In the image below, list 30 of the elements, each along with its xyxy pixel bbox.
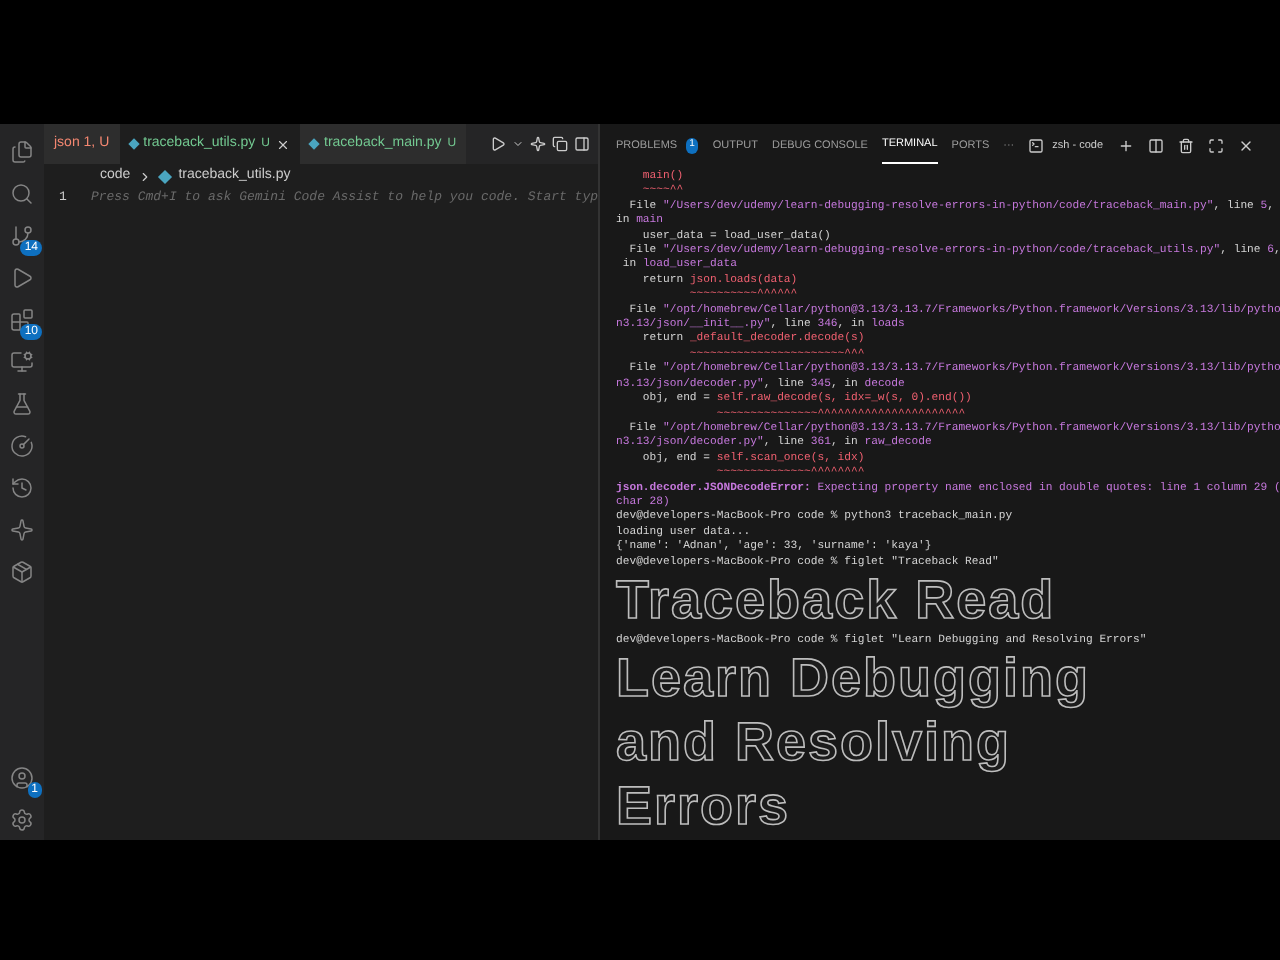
copy-icon[interactable] <box>552 136 568 152</box>
python-file-icon <box>127 138 139 150</box>
settings-icon[interactable] <box>10 808 34 832</box>
banner-text: and Resolving <box>616 710 1012 775</box>
sparkle-icon[interactable] <box>10 518 34 542</box>
banner-text: Errors <box>616 774 791 839</box>
close-icon[interactable] <box>1237 138 1254 154</box>
python-file-icon <box>308 138 320 150</box>
package-icon[interactable] <box>10 560 34 584</box>
banner-text: Learn Debugging <box>616 646 1090 711</box>
terminal-icon <box>1028 138 1045 154</box>
close-icon[interactable] <box>276 137 290 151</box>
search-icon[interactable] <box>10 182 34 206</box>
add-icon[interactable] <box>1117 138 1134 154</box>
monitor-icon[interactable] <box>10 350 34 374</box>
gauge-icon[interactable] <box>10 434 34 458</box>
play-icon[interactable] <box>10 266 34 290</box>
sparkle-icon[interactable] <box>530 136 546 152</box>
split-icon[interactable] <box>1147 138 1164 154</box>
run-icon[interactable] <box>490 136 506 152</box>
maximize-icon[interactable] <box>1207 138 1224 154</box>
flask-icon[interactable] <box>10 392 34 416</box>
history-icon[interactable] <box>10 476 34 500</box>
chevron-icon <box>138 169 153 183</box>
split-editor-icon[interactable] <box>574 136 590 152</box>
files-icon[interactable] <box>10 140 34 164</box>
python-file-icon <box>158 168 173 184</box>
caret-icon[interactable] <box>512 138 524 150</box>
trash-icon[interactable] <box>1177 138 1194 154</box>
banner-text: Traceback Read <box>616 567 1056 632</box>
